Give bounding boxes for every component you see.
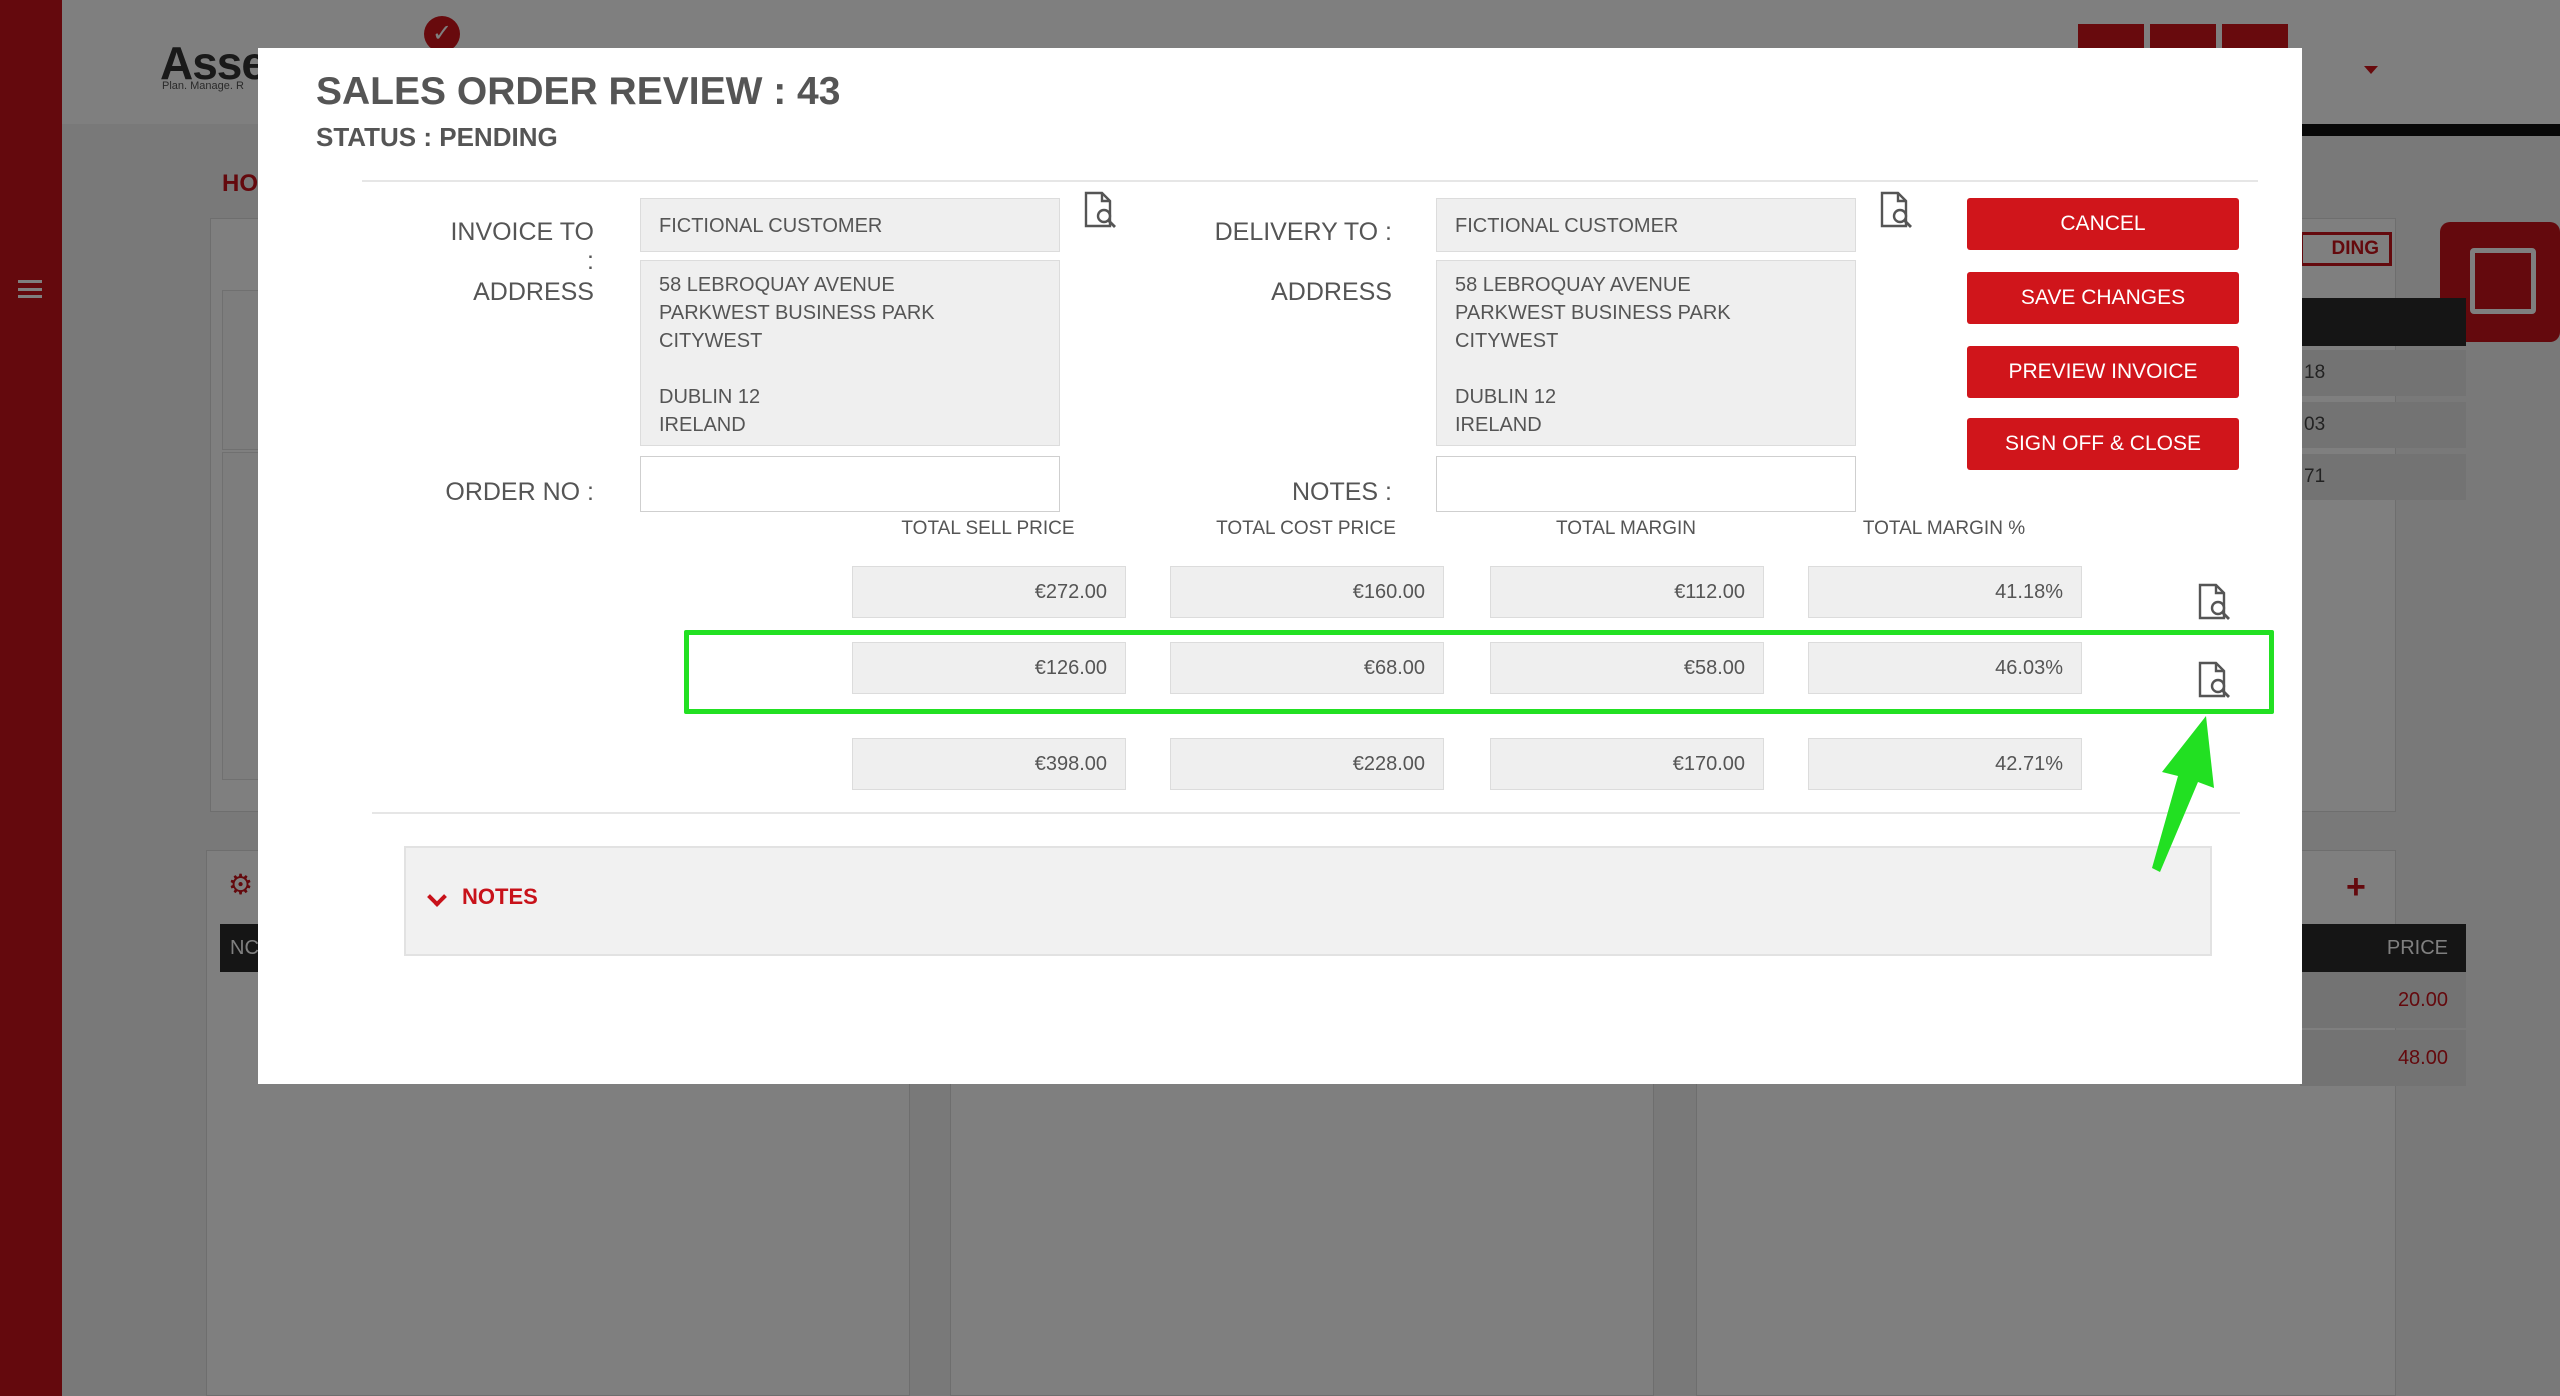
col-header-total-margin-pct: TOTAL MARGIN % [1862,518,2026,539]
invoice-address-field[interactable]: 58 LEBROQUAY AVENUE PARKWEST BUSINESS PA… [640,260,1060,446]
address-line: PARKWEST BUSINESS PARK [1455,302,1731,324]
divider [372,812,2240,814]
order-no-input[interactable] [640,456,1060,512]
sales-order-modal: SALES ORDER REVIEW : 43 STATUS : PENDING… [258,48,2302,1084]
address-line [659,355,1041,383]
address-line: DUBLIN 12 [1455,386,1557,408]
labour-total-sell: €272.00 [852,566,1126,618]
modal-status: STATUS : PENDING [316,122,558,152]
col-header-total-margin: TOTAL MARGIN [1555,518,1697,539]
address-line: 58 LEBROQUAY AVENUE [659,274,895,296]
labour-total-cost: €160.00 [1170,566,1444,618]
address-line: CITYWEST [659,330,763,352]
delivery-address-label: ADDRESS [1271,278,1392,306]
address-line: DUBLIN 12 [659,386,761,408]
address-line: 58 LEBROQUAY AVENUE [1455,274,1691,296]
delivery-to-field[interactable]: FICTIONAL CUSTOMER [1436,198,1856,252]
col-header-total-cost: TOTAL COST PRICE [1216,518,1396,539]
notes-input[interactable] [1436,456,1856,512]
delivery-address-field[interactable]: 58 LEBROQUAY AVENUE PARKWEST BUSINESS PA… [1436,260,1856,446]
address-line: IRELAND [1455,414,1542,436]
document-search-icon[interactable] [2194,582,2234,622]
address-line: PARKWEST BUSINESS PARK [659,302,935,324]
save-changes-button[interactable]: SAVE CHANGES [1967,272,2239,324]
address-line [1455,355,1837,383]
address-line: IRELAND [659,414,746,436]
cancel-button[interactable]: CANCEL [1967,198,2239,250]
document-search-icon[interactable] [1080,190,1120,230]
invoice-to-field[interactable]: FICTIONAL CUSTOMER [640,198,1060,252]
grand-total-cost: €228.00 [1170,738,1444,790]
document-search-icon[interactable] [1876,190,1916,230]
delivery-to-label: DELIVERY TO : [1214,218,1392,246]
modal-title: SALES ORDER REVIEW : 43 [316,70,841,113]
preview-invoice-button[interactable]: PREVIEW INVOICE [1967,346,2239,398]
order-no-label: ORDER NO : [445,478,594,506]
col-header-total-sell: TOTAL SELL PRICE [901,518,1075,539]
chevron-down-icon[interactable] [427,887,447,907]
grand-total-margin: €170.00 [1490,738,1764,790]
notes-field-label: NOTES : [1291,478,1392,506]
notes-section[interactable]: NOTES [404,846,2212,956]
invoice-to-label: INVOICE TO : [450,218,594,275]
grand-total-margin-pct: 42.71% [1808,738,2082,790]
labour-total-margin: €112.00 [1490,566,1764,618]
sign-off-close-button[interactable]: SIGN OFF & CLOSE [1967,418,2239,470]
address-line: CITYWEST [1455,330,1559,352]
highlight-box [684,630,2274,714]
notes-section-label[interactable]: NOTES [462,884,538,910]
grand-total-sell: €398.00 [852,738,1126,790]
divider [362,180,2258,182]
labour-total-margin-pct: 41.18% [1808,566,2082,618]
invoice-address-label: ADDRESS [473,278,594,306]
